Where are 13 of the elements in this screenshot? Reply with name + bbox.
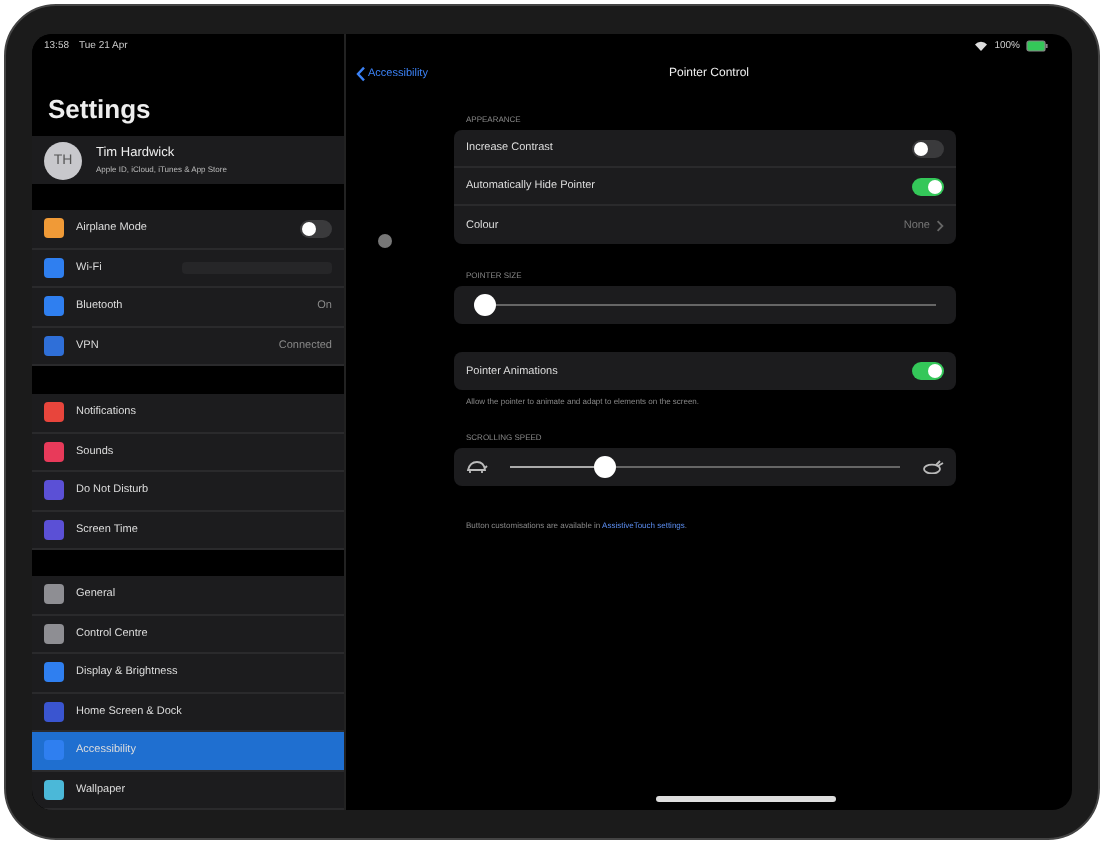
battery-icon — [1026, 40, 1048, 52]
toggle-switch[interactable] — [912, 362, 944, 380]
toggle-switch[interactable] — [912, 139, 944, 157]
toggle-switch[interactable] — [300, 219, 332, 238]
slider-thumb[interactable] — [474, 294, 496, 316]
chevron-left-icon — [356, 65, 366, 81]
wifi-icon — [974, 40, 989, 52]
sidebar-title: Settings — [46, 92, 153, 129]
tortoise-icon — [466, 460, 488, 474]
chevron-right-icon — [936, 219, 944, 231]
pointer-dot — [378, 234, 392, 248]
toggle-switch[interactable] — [912, 177, 944, 195]
slider-thumb[interactable] — [594, 456, 617, 478]
